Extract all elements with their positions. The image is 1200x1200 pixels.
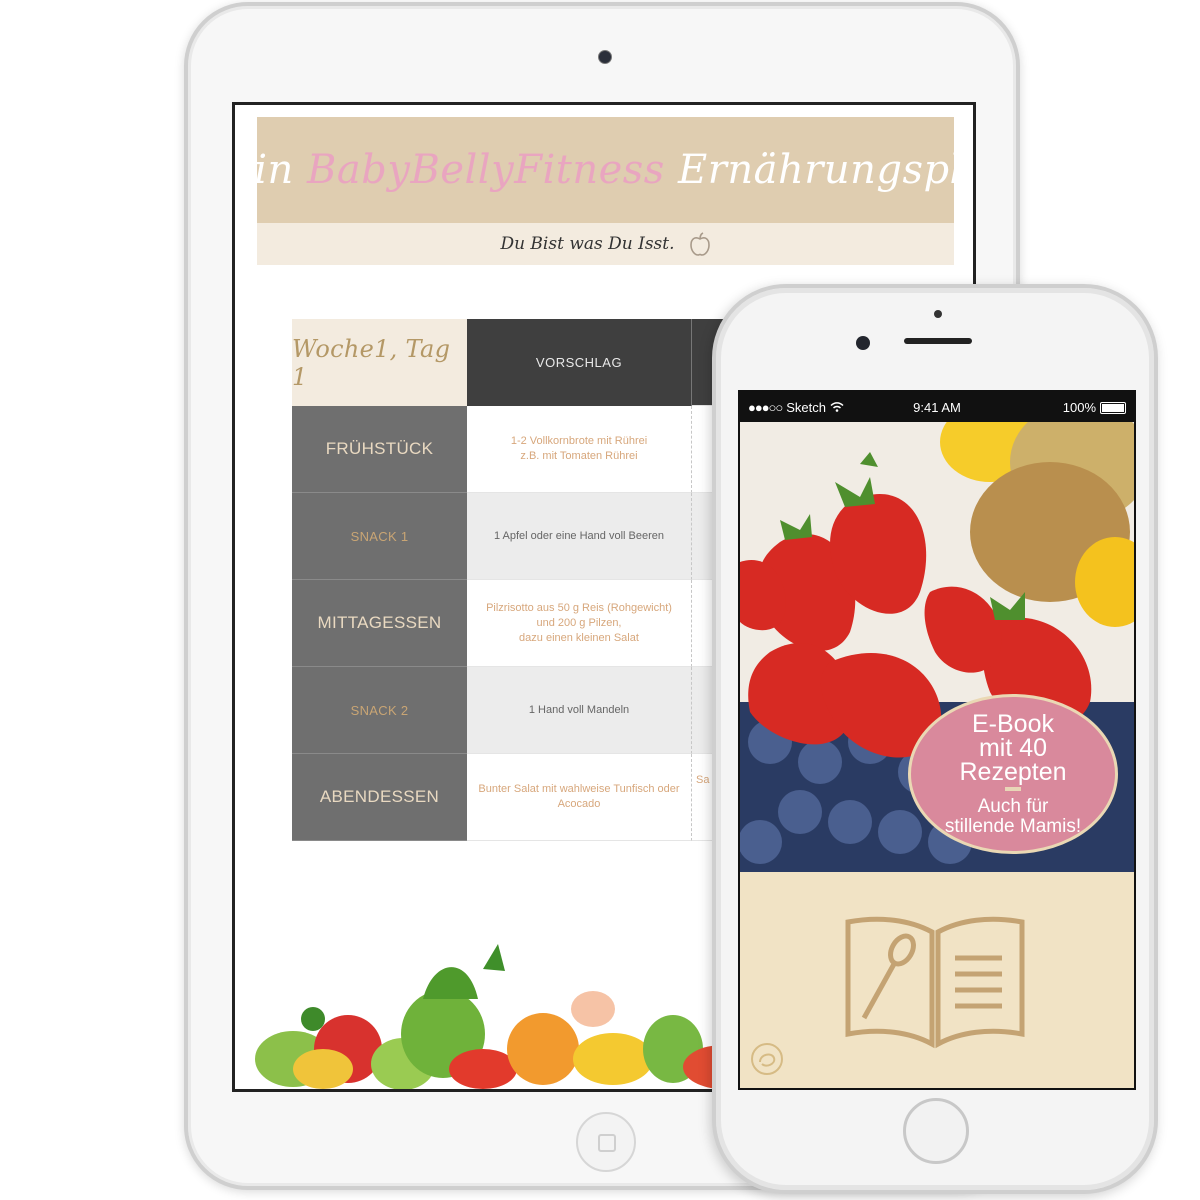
phone-device: ●●●○○ Sketch 9:41 AM 100% E-Book mit 40 … [712, 284, 1158, 1194]
ebook-badge[interactable]: E-Book mit 40 Rezepten Auch für stillend… [908, 694, 1118, 854]
meal-label: FRÜHSTÜCK [292, 406, 467, 493]
meal-suggestion: Pilzrisotto aus 50 g Reis (Rohgewicht) u… [467, 580, 692, 667]
tablet-camera [598, 50, 612, 64]
title-prefix: Dein [232, 147, 294, 193]
table-row: MITTAGESSEN Pilzrisotto aus 50 g Reis (R… [292, 580, 732, 667]
table-header-row: Woche1, Tag 1 VORSCHLAG [292, 319, 732, 406]
badge-subtitle: Auch für stillende Mamis! [944, 795, 1082, 837]
meal-label: SNACK 2 [292, 667, 467, 754]
meal-suggestion: 1 Apfel oder eine Hand voll Beeren [467, 493, 692, 580]
document-title: Dein BabyBellyFitness Ernährungsplan [232, 147, 973, 193]
meal-suggestion: Bunter Salat mit wahlweise Tunfisch oder… [467, 754, 692, 841]
meal-suggestion: 1-2 Vollkornbrote mit Rührei z.B. mit To… [467, 406, 692, 493]
apple-icon [689, 232, 711, 256]
meal-label: ABENDESSEN [292, 754, 467, 841]
column-header-vorschlag: VORSCHLAG [467, 319, 692, 406]
motto-text: Du Bist was Du Isst. [500, 234, 675, 254]
phone-screen: ●●●○○ Sketch 9:41 AM 100% E-Book mit 40 … [738, 390, 1136, 1090]
brand-logo-icon [751, 1043, 783, 1075]
document-header: Dein BabyBellyFitness Ernährungsplan [235, 117, 973, 223]
title-suffix: Ernährungsplan [678, 147, 973, 193]
battery-percent: 100% [1062, 400, 1096, 415]
phone-sensor [934, 310, 942, 318]
status-bar: ●●●○○ Sketch 9:41 AM 100% [740, 392, 1134, 422]
table-row: SNACK 2 1 Hand voll Mandeln [292, 667, 732, 754]
meal-suggestion: 1 Hand voll Mandeln [467, 667, 692, 754]
motto-bar: Du Bist was Du Isst. [257, 223, 954, 265]
badge-title: E-Book mit 40 Rezepten [959, 709, 1067, 786]
day-label: Woche1, Tag 1 [292, 319, 467, 406]
recipe-book-icon [845, 916, 1025, 1049]
vegetables-image [255, 944, 763, 1089]
badge-divider [1005, 786, 1021, 791]
table-row: FRÜHSTÜCK 1-2 Vollkornbrote mit Rührei z… [292, 406, 732, 493]
tablet-home-button[interactable] [576, 1112, 636, 1172]
phone-camera [856, 336, 870, 350]
table-row: ABENDESSEN Bunter Salat mit wahlweise Tu… [292, 754, 732, 841]
meal-label: SNACK 1 [292, 493, 467, 580]
ebook-cover-panel [740, 872, 1134, 1088]
status-battery: 100% [1063, 400, 1126, 415]
title-brand: BabyBellyFitness [307, 147, 665, 193]
battery-icon [1100, 401, 1126, 414]
meal-label: MITTAGESSEN [292, 580, 467, 667]
meal-plan-table: Woche1, Tag 1 VORSCHLAG FRÜHSTÜCK 1-2 Vo… [292, 319, 732, 841]
table-row: SNACK 1 1 Apfel oder eine Hand voll Beer… [292, 493, 732, 580]
phone-speaker [904, 338, 972, 344]
phone-home-button[interactable] [903, 1098, 969, 1164]
